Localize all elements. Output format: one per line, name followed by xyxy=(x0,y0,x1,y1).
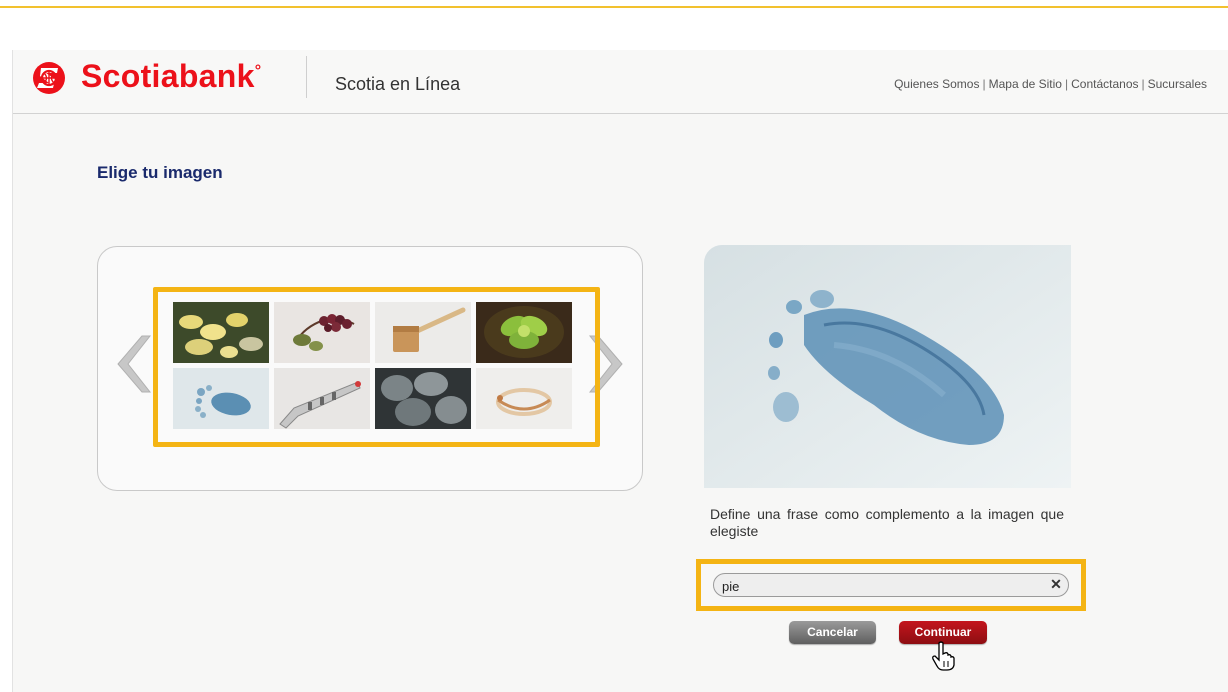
previous-arrow-icon[interactable] xyxy=(114,334,152,394)
top-nav: Quienes Somos | Mapa de Sitio | Contáctanos |… xyxy=(894,77,1207,91)
phrase-instructions: Define una frase como complemento a la i… xyxy=(710,506,1064,539)
thumbnail-flowers[interactable] xyxy=(173,302,269,363)
page-title: Elige tu imagen xyxy=(97,163,223,182)
top-rule xyxy=(0,6,1228,8)
thumbnail-cactus[interactable] xyxy=(375,368,471,429)
browser-frame: Scotiabank° Scotia en Línea Quienes Somo… xyxy=(12,50,1228,692)
thumbnail-toy-trumpet[interactable] xyxy=(274,368,370,429)
scotiabank-logo-icon[interactable] xyxy=(29,58,69,98)
cancel-button[interactable]: Cancelar xyxy=(789,621,876,644)
nav-link-contactanos[interactable]: Contáctanos xyxy=(1071,77,1138,91)
thumbnail-berries[interactable] xyxy=(274,302,370,363)
brand-divider xyxy=(306,56,307,98)
thumbnail-succulent[interactable] xyxy=(476,302,572,363)
thumbnail-grid xyxy=(173,302,577,430)
site-header: Scotiabank° Scotia en Línea Quienes Somo… xyxy=(13,50,1228,114)
hand-cursor-icon xyxy=(932,641,955,671)
thumbnail-grid-highlight xyxy=(153,287,600,447)
selected-image-preview xyxy=(704,245,1071,488)
product-name: Scotia en Línea xyxy=(335,74,461,94)
footprint-image xyxy=(704,245,1071,488)
phrase-input-highlight: ✕ xyxy=(696,559,1086,611)
thumbnail-bracelet[interactable] xyxy=(476,368,572,429)
clear-icon[interactable]: ✕ xyxy=(1047,575,1065,593)
brand-name[interactable]: Scotiabank° xyxy=(81,58,261,95)
thumbnail-wooden-mallet[interactable] xyxy=(375,302,471,363)
nav-link-quienes-somos[interactable]: Quienes Somos xyxy=(894,77,979,91)
nav-link-sucursales[interactable]: Sucursales xyxy=(1148,77,1207,91)
phrase-input[interactable] xyxy=(713,573,1069,597)
nav-link-mapa-de-sitio[interactable]: Mapa de Sitio xyxy=(989,77,1062,91)
thumbnail-footprint[interactable] xyxy=(173,368,269,429)
